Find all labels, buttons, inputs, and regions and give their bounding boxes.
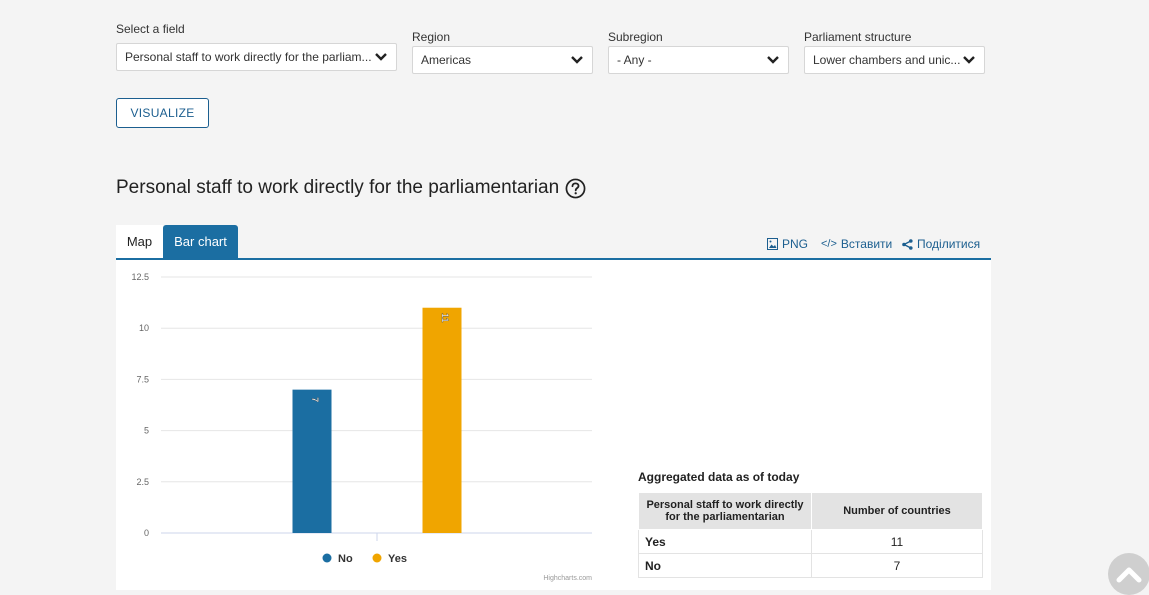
row-label: Yes	[638, 529, 812, 554]
column-header: Personal staff to work directly for the …	[638, 492, 812, 530]
legend-label: No	[338, 553, 353, 565]
data-label: 11	[440, 313, 450, 323]
share-icon	[902, 238, 913, 250]
tab-bar-chart[interactable]: Bar chart	[163, 225, 238, 258]
y-tick-label: 2.5	[136, 477, 149, 487]
column-header: Number of countries	[811, 492, 983, 530]
subregion-select-value: - Any -	[617, 53, 652, 67]
data-label: 7	[310, 397, 320, 402]
share-label: Поділитися	[917, 237, 981, 251]
field-label: Select a field	[116, 22, 185, 36]
bar-yes	[422, 307, 462, 533]
visualize-button[interactable]: VISUALIZE	[116, 98, 209, 128]
help-circle-icon[interactable]	[565, 178, 586, 199]
row-value: 11	[811, 529, 983, 554]
y-tick-label: 0	[144, 528, 149, 538]
y-tick-label: 10	[139, 323, 149, 333]
chevron-down-icon	[766, 53, 780, 67]
tab-map[interactable]: Map	[116, 225, 163, 258]
y-tick-label: 7.5	[136, 374, 149, 384]
y-tick-label: 5	[144, 426, 149, 436]
row-value: 7	[811, 553, 983, 578]
legend-label: Yes	[388, 553, 407, 565]
structure-select-value: Lower chambers and unic...	[813, 53, 961, 67]
bar-chart: 0 2.5 5 7.5 10 12.5 7 11 No Yes Highcharts.com	[131, 272, 592, 582]
legend-marker-yes	[372, 553, 382, 563]
field-select-value: Personal staff to work directly for the …	[125, 50, 372, 64]
structure-label: Parliament structure	[804, 30, 912, 44]
png-label: PNG	[782, 237, 809, 251]
row-label: No	[638, 553, 812, 578]
subregion-select[interactable]: - Any -	[608, 46, 789, 74]
image-file-icon	[767, 238, 778, 250]
code-icon: </>	[821, 238, 837, 250]
table-header-row: Personal staff to work directly for the …	[638, 492, 983, 530]
region-select[interactable]: Americas	[412, 46, 593, 74]
structure-select[interactable]: Lower chambers and unic...	[804, 46, 985, 74]
png-download-link[interactable]: PNG	[767, 237, 808, 251]
page-title-row: Personal staff to work directly for the …	[116, 177, 586, 199]
aggregate-title: Aggregated data as of today	[638, 470, 800, 484]
y-tick-label: 12.5	[131, 272, 149, 282]
subregion-label: Subregion	[608, 30, 663, 44]
field-select[interactable]: Personal staff to work directly for the …	[116, 43, 397, 71]
aggregate-table: Personal staff to work directly for the …	[638, 492, 983, 578]
embed-link[interactable]: </> Вставити	[821, 237, 892, 251]
chevron-down-icon	[374, 50, 388, 64]
legend-marker-no	[322, 553, 332, 563]
table-row: Yes 11	[638, 529, 983, 554]
bar-no	[292, 389, 332, 533]
table-row: No 7	[638, 553, 983, 578]
share-link[interactable]: Поділитися	[902, 237, 980, 251]
region-label: Region	[412, 30, 451, 44]
region-select-value: Americas	[421, 53, 472, 67]
credits-label: Highcharts.com	[543, 575, 592, 582]
scroll-top-button[interactable]	[1108, 553, 1149, 595]
embed-label: Вставити	[840, 237, 893, 251]
page-title: Personal staff to work directly for the …	[116, 177, 560, 198]
chevron-up-icon	[1116, 567, 1142, 583]
chevron-down-icon	[570, 53, 584, 67]
chevron-down-icon	[962, 53, 976, 67]
